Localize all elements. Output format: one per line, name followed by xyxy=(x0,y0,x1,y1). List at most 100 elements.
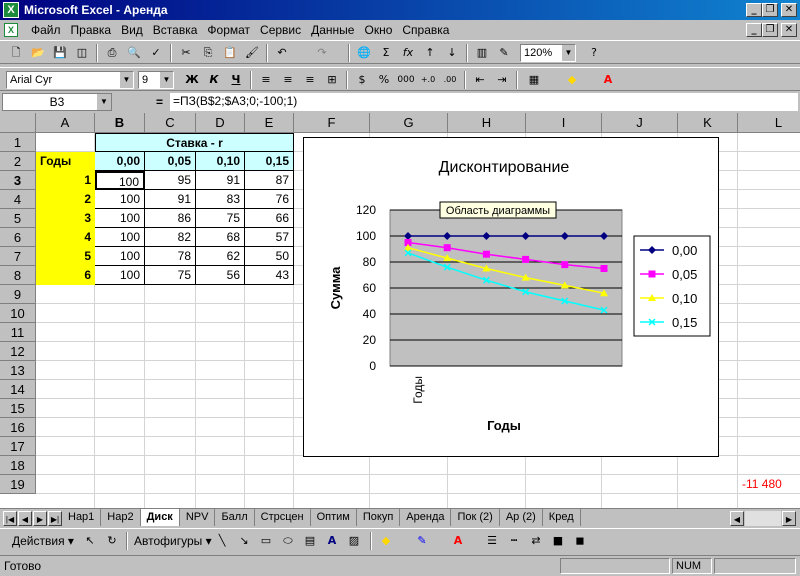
row-header-12[interactable]: 12 xyxy=(0,342,36,361)
column-header-H[interactable]: H xyxy=(448,113,526,133)
year-cell[interactable]: 4 xyxy=(36,228,95,247)
menu-item-2[interactable]: Вид xyxy=(116,23,148,37)
sort-descending-icon[interactable]: ↓ xyxy=(442,44,462,62)
value-cell[interactable]: 62 xyxy=(196,247,245,266)
row-header-6[interactable]: 6 xyxy=(0,228,36,247)
autosum-icon[interactable]: Σ xyxy=(376,44,396,62)
doc-minimize-button[interactable]: _ xyxy=(746,23,762,37)
thousands-button[interactable]: 000 xyxy=(396,71,416,89)
column-header-J[interactable]: J xyxy=(602,113,678,133)
value-cell[interactable]: 66 xyxy=(245,209,294,228)
row-header-5[interactable]: 5 xyxy=(0,209,36,228)
print-icon[interactable]: ⎙ xyxy=(102,44,122,62)
sort-ascending-icon[interactable]: ↑ xyxy=(420,44,440,62)
zoom-select[interactable]: 120% ▼ xyxy=(520,44,576,62)
row-header-17[interactable]: 17 xyxy=(0,437,36,456)
value-cell[interactable]: 100 xyxy=(95,190,145,209)
copy-icon[interactable]: ⎘ xyxy=(198,44,218,62)
value-cell[interactable]: 43 xyxy=(245,266,294,285)
column-header-F[interactable]: F xyxy=(294,113,370,133)
doc-restore-button[interactable]: ❐ xyxy=(762,23,778,37)
column-header-I[interactable]: I xyxy=(526,113,602,133)
percent-button[interactable]: % xyxy=(374,71,394,89)
sheet-tab-5[interactable]: Стрсцен xyxy=(254,509,311,526)
rotate-icon[interactable]: ↻ xyxy=(102,532,122,550)
value-cell[interactable]: 76 xyxy=(245,190,294,209)
line-color-icon[interactable]: ✎ xyxy=(412,532,432,550)
first-sheet-button[interactable]: |◀ xyxy=(3,511,17,526)
rectangle-icon[interactable]: ▭ xyxy=(256,532,276,550)
format-painter-icon[interactable]: 🖌 xyxy=(242,44,262,62)
help-icon[interactable]: ? xyxy=(584,44,604,62)
select-all-button[interactable] xyxy=(0,113,36,133)
value-cell[interactable]: 82 xyxy=(145,228,196,247)
value-cell[interactable]: 57 xyxy=(245,228,294,247)
new-icon[interactable]: 🗋 xyxy=(6,44,26,62)
font-name-select[interactable]: Arial Cyr ▼ xyxy=(6,71,134,89)
web-icon[interactable]: 🌐 xyxy=(354,44,374,62)
font-size-select[interactable]: 9 ▼ xyxy=(138,71,174,89)
last-sheet-button[interactable]: ▶| xyxy=(48,511,62,526)
bold-button[interactable]: Ж xyxy=(182,71,202,89)
column-header-A[interactable]: A xyxy=(36,113,95,133)
equals-sign[interactable]: = xyxy=(156,95,163,109)
clipart-icon[interactable]: ▨ xyxy=(344,532,364,550)
autoshapes-menu[interactable]: Автофигуры ▾ xyxy=(134,534,212,548)
open-icon[interactable]: 📂 xyxy=(28,44,48,62)
row-header-15[interactable]: 15 xyxy=(0,399,36,418)
merge-center-icon[interactable]: ⊞ xyxy=(322,71,342,89)
row-header-7[interactable]: 7 xyxy=(0,247,36,266)
value-cell[interactable]: 83 xyxy=(196,190,245,209)
row-header-18[interactable]: 18 xyxy=(0,456,36,475)
row-header-19[interactable]: 19 xyxy=(0,475,36,494)
column-header-K[interactable]: K xyxy=(678,113,738,133)
function-icon[interactable]: fx xyxy=(398,44,418,62)
borders-icon[interactable]: ▦ xyxy=(524,71,544,89)
textbox-icon[interactable]: ▤ xyxy=(300,532,320,550)
arrow-icon[interactable]: ↘ xyxy=(234,532,254,550)
row-header-16[interactable]: 16 xyxy=(0,418,36,437)
save-icon[interactable]: 💾 xyxy=(50,44,70,62)
align-center-icon[interactable]: ≡ xyxy=(278,71,298,89)
years-header-cell[interactable]: Годы xyxy=(36,152,95,171)
row-header-3[interactable]: 3 xyxy=(0,171,36,190)
value-cell[interactable]: 86 xyxy=(145,209,196,228)
actions-menu[interactable]: Действия ▾ xyxy=(12,534,74,548)
wordart-icon[interactable]: A xyxy=(322,532,342,550)
value-cell[interactable]: 91 xyxy=(145,190,196,209)
column-header-G[interactable]: G xyxy=(370,113,448,133)
select-pointer-icon[interactable]: ↖ xyxy=(80,532,100,550)
value-cell[interactable]: 68 xyxy=(196,228,245,247)
year-cell[interactable]: 5 xyxy=(36,247,95,266)
menu-item-7[interactable]: Окно xyxy=(359,23,397,37)
decrease-decimal-icon[interactable]: .00 xyxy=(440,71,460,89)
negative-value-cell[interactable]: -11 480 xyxy=(738,475,800,494)
menu-item-4[interactable]: Формат xyxy=(202,23,255,37)
formula-input[interactable]: =ПЗ(B$2;$A3;0;-100;1) xyxy=(170,93,798,111)
menu-item-1[interactable]: Правка xyxy=(66,23,117,37)
share-icon[interactable]: ◫ xyxy=(72,44,92,62)
draw-fill-color-icon[interactable]: ◆ xyxy=(376,532,396,550)
sheet-tab-10[interactable]: Ар (2) xyxy=(499,509,543,526)
chevron-down-icon[interactable]: ▼ xyxy=(159,72,173,88)
sheet-tab-1[interactable]: Нар2 xyxy=(101,509,141,526)
value-cell[interactable]: 100 xyxy=(95,247,145,266)
row-header-13[interactable]: 13 xyxy=(0,361,36,380)
paste-icon[interactable]: 📋 xyxy=(220,44,240,62)
sheet-tab-4[interactable]: Балл xyxy=(215,509,255,526)
close-button[interactable]: ✕ xyxy=(781,3,797,17)
row-header-8[interactable]: 8 xyxy=(0,266,36,285)
value-cell[interactable]: 75 xyxy=(145,266,196,285)
value-cell[interactable]: 78 xyxy=(145,247,196,266)
line-style-icon[interactable]: ☰ xyxy=(482,532,502,550)
chart-wizard-icon[interactable]: ▥ xyxy=(472,44,492,62)
value-cell[interactable]: 100 xyxy=(95,209,145,228)
column-header-D[interactable]: D xyxy=(196,113,245,133)
row-header-1[interactable]: 1 xyxy=(0,133,36,152)
sheet-tab-9[interactable]: Пок (2) xyxy=(451,509,500,526)
chevron-down-icon[interactable]: ▼ xyxy=(561,45,575,61)
oval-icon[interactable]: ⬭ xyxy=(278,532,298,550)
value-cell[interactable]: 100 xyxy=(95,228,145,247)
increase-decimal-icon[interactable]: +.0 xyxy=(418,71,438,89)
prev-sheet-button[interactable]: ◀ xyxy=(18,511,32,526)
